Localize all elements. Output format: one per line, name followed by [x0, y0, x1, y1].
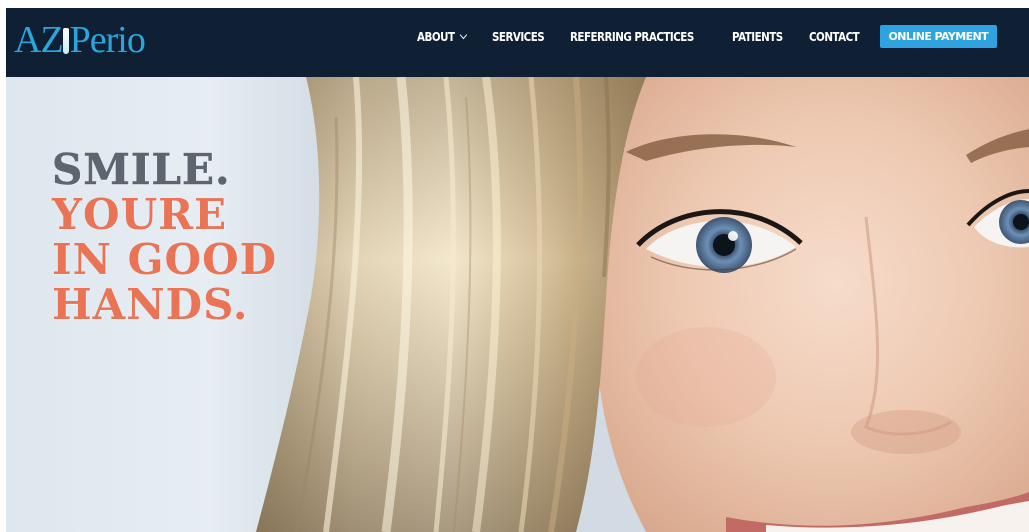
- tooth-mark-icon: [62, 28, 69, 54]
- nav-item-contact[interactable]: CONTACT: [809, 29, 860, 44]
- nav-item-patients-label: PATIENTS: [732, 29, 783, 44]
- online-payment-button[interactable]: ONLINE PAYMENT: [879, 25, 997, 48]
- nav-item-patients[interactable]: PATIENTS: [732, 30, 783, 44]
- chevron-down-icon: [459, 30, 467, 40]
- hero-tagline: SMILE. YOURE IN GOOD HANDS.: [52, 147, 277, 327]
- nav-item-referring-practices[interactable]: REFERRING PRACTICES: [570, 30, 694, 44]
- nav-item-about-label: ABOUT: [417, 29, 455, 44]
- tagline-line-youre: YOURE: [52, 192, 277, 237]
- nav-item-contact-label: CONTACT: [809, 29, 860, 44]
- tagline-line-hands: HANDS.: [52, 282, 277, 327]
- tagline-line-in-good: IN GOOD: [52, 235, 278, 284]
- site-header: AZ Perio ABOUT SERVICES REFERRING PRACTIC…: [6, 8, 1029, 77]
- page: AZ Perio ABOUT SERVICES REFERRING PRACTIC…: [0, 0, 1029, 532]
- main-nav: ABOUT SERVICES REFERRING PRACTICES PATIE…: [399, 8, 997, 65]
- nav-item-about[interactable]: ABOUT: [417, 29, 467, 44]
- logo-az-text: AZ: [14, 19, 64, 61]
- nav-item-services[interactable]: SERVICES: [491, 29, 545, 44]
- logo-perio-text: Perio: [69, 19, 146, 61]
- nav-item-services-label: SERVICES: [491, 29, 545, 44]
- hero-banner: SMILE. YOURE IN GOOD HANDS.: [6, 77, 1029, 532]
- tagline-line-smile: SMILE.: [52, 147, 277, 193]
- nav-item-referring-practices-label: REFERRING PRACTICES: [570, 29, 695, 44]
- site-logo[interactable]: AZ Perio: [14, 19, 146, 61]
